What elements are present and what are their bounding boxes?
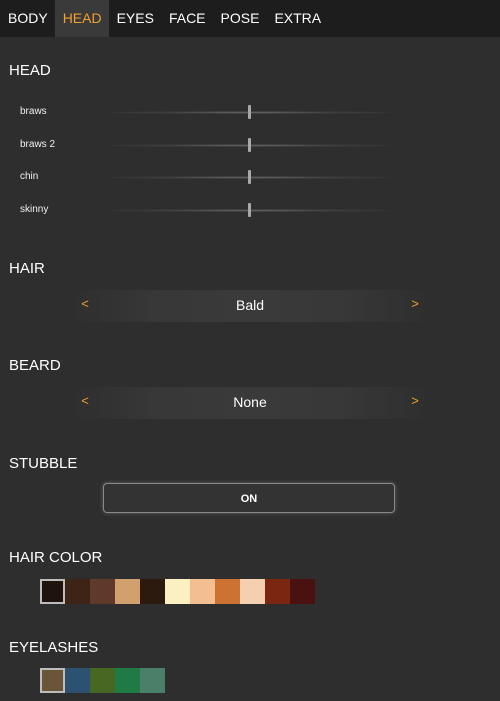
slider-thumb[interactable] (248, 105, 251, 119)
stubble-toggle-button[interactable]: ON (103, 483, 395, 513)
slider-braws-2: braws 2 (0, 135, 500, 155)
tab-bar: BODY HEAD EYES FACE POSE EXTRA (0, 0, 500, 37)
tab-extra[interactable]: EXTRA (266, 0, 328, 37)
stubble-section-title: STUBBLE (9, 455, 78, 472)
slider-label: skinny (20, 204, 49, 215)
tab-face[interactable]: FACE (161, 0, 213, 37)
beard-value: None (233, 394, 267, 410)
hair-color-swatch[interactable] (290, 579, 315, 604)
hair-next-arrow[interactable]: > (408, 296, 422, 311)
slider-thumb[interactable] (248, 138, 251, 152)
hair-color-swatch[interactable] (165, 579, 190, 604)
hair-color-swatch[interactable] (265, 579, 290, 604)
eyelashes-section-title: EYELASHES (9, 639, 99, 656)
hair-color-swatch[interactable] (90, 579, 115, 604)
hair-selector: < Bald > (70, 290, 430, 322)
slider-label: chin (20, 171, 39, 182)
slider-label: braws (20, 106, 47, 117)
eyelashes-color-palette (40, 668, 165, 693)
hair-color-palette (40, 579, 315, 604)
beard-next-arrow[interactable]: > (408, 393, 422, 408)
hair-color-swatch[interactable] (240, 579, 265, 604)
slider-label: braws 2 (20, 139, 56, 150)
hair-section-title: HAIR (9, 260, 45, 277)
hair-color-swatch[interactable] (215, 579, 240, 604)
hair-color-swatch[interactable] (65, 579, 90, 604)
tab-body[interactable]: BODY (0, 0, 55, 37)
eyelash-color-swatch[interactable] (90, 668, 115, 693)
tab-pose[interactable]: POSE (213, 0, 267, 37)
hair-value: Bald (235, 297, 265, 313)
beard-section-title: BEARD (9, 357, 61, 374)
hair-color-section-title: HAIR COLOR (9, 549, 103, 566)
hair-color-swatch[interactable] (115, 579, 140, 604)
hair-color-swatch[interactable] (190, 579, 215, 604)
hair-color-swatch[interactable] (140, 579, 165, 604)
tab-head[interactable]: HEAD (54, 0, 109, 37)
tab-eyes[interactable]: EYES (109, 0, 161, 37)
slider-braws: braws (0, 102, 500, 122)
slider-chin: chin (0, 167, 500, 187)
slider-thumb[interactable] (248, 203, 251, 217)
eyelash-color-swatch[interactable] (40, 668, 65, 693)
slider-thumb[interactable] (248, 170, 251, 184)
beard-selector: < None > (70, 387, 430, 419)
eyelash-color-swatch[interactable] (65, 668, 90, 693)
eyelash-color-swatch[interactable] (115, 668, 140, 693)
eyelash-color-swatch[interactable] (140, 668, 165, 693)
hair-color-swatch[interactable] (40, 579, 65, 604)
slider-skinny: skinny (0, 200, 500, 220)
head-section-title: HEAD (9, 62, 51, 79)
